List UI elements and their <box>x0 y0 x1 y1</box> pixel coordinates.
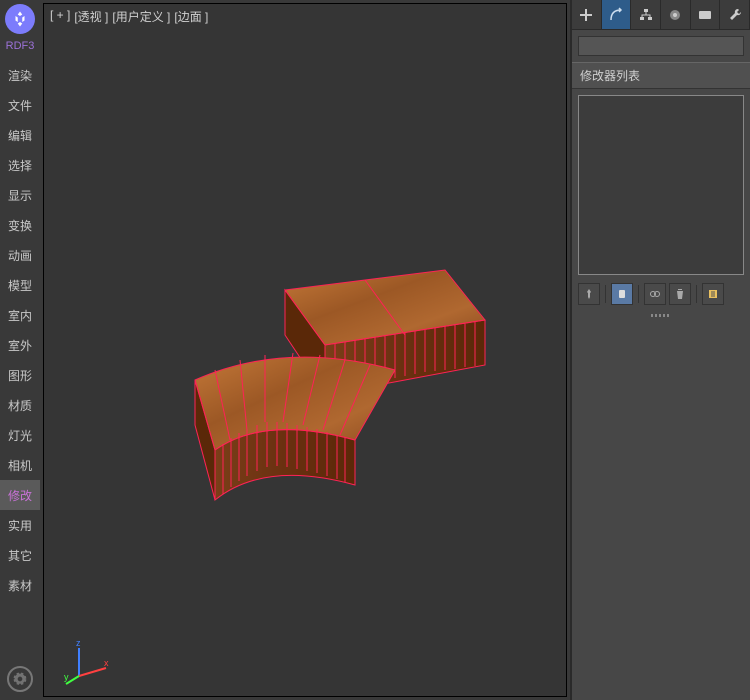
svg-text:z: z <box>76 638 81 648</box>
configure-icon <box>707 288 719 300</box>
settings-button[interactable] <box>7 666 33 692</box>
sidebar-item-utility[interactable]: 实用 <box>0 510 40 540</box>
sidebar-item-light[interactable]: 灯光 <box>0 420 40 450</box>
display-icon <box>697 7 713 23</box>
viewport-3d[interactable]: [ + ] [透视 ] [用户定义 ] [边面 ] <box>43 3 567 697</box>
separator <box>696 285 697 303</box>
sidebar-item-modify[interactable]: 修改 <box>0 480 40 510</box>
pin-stack-button[interactable] <box>578 283 600 305</box>
tab-modify[interactable] <box>602 0 632 29</box>
left-sidebar: RDF3 渲染 文件 编辑 选择 显示 变换 动画 模型 室内 室外 图形 材质… <box>0 0 40 700</box>
box-object-curved <box>165 330 445 530</box>
motion-icon <box>667 7 683 23</box>
tab-motion[interactable] <box>661 0 691 29</box>
sidebar-item-shape[interactable]: 图形 <box>0 360 40 390</box>
sidebar-item-assets[interactable]: 素材 <box>0 570 40 600</box>
unique-icon <box>649 288 661 300</box>
modifier-stack-buttons <box>572 281 750 307</box>
viewport-edge-label[interactable]: [边面 ] <box>174 8 208 25</box>
separator <box>605 285 606 303</box>
object-name-field[interactable] <box>578 36 744 56</box>
stack-icon <box>616 288 628 300</box>
sidebar-item-camera[interactable]: 相机 <box>0 450 40 480</box>
sidebar-item-transform[interactable]: 变换 <box>0 210 40 240</box>
modify-icon <box>608 7 624 23</box>
show-end-result-button[interactable] <box>611 283 633 305</box>
sidebar-item-material[interactable]: 材质 <box>0 390 40 420</box>
svg-text:y: y <box>64 672 69 682</box>
sidebar-item-other[interactable]: 其它 <box>0 540 40 570</box>
separator <box>638 285 639 303</box>
viewport-view-label[interactable]: [透视 ] <box>74 8 108 25</box>
viewport-labels: [ + ] [透视 ] [用户定义 ] [边面 ] <box>50 8 208 25</box>
axis-gizmo: z x y <box>64 636 114 686</box>
remove-modifier-button[interactable] <box>669 283 691 305</box>
sidebar-item-model[interactable]: 模型 <box>0 270 40 300</box>
sidebar-item-select[interactable]: 选择 <box>0 150 40 180</box>
tab-display[interactable] <box>691 0 721 29</box>
sidebar-item-edit[interactable]: 编辑 <box>0 120 40 150</box>
tab-utilities[interactable] <box>720 0 750 29</box>
modifier-stack[interactable] <box>578 95 744 275</box>
sidebar-item-exterior[interactable]: 室外 <box>0 330 40 360</box>
plus-icon <box>578 7 594 23</box>
viewport-menu-toggle[interactable]: [ + ] <box>50 8 70 25</box>
viewport-container: [ + ] [透视 ] [用户定义 ] [边面 ] <box>40 0 570 700</box>
app-icon[interactable] <box>5 4 35 34</box>
gear-icon <box>13 672 27 686</box>
viewport-shading-label[interactable]: [用户定义 ] <box>112 8 170 25</box>
tab-create[interactable] <box>572 0 602 29</box>
trash-icon <box>674 288 686 300</box>
make-unique-button[interactable] <box>644 283 666 305</box>
sidebar-item-display[interactable]: 显示 <box>0 180 40 210</box>
sidebar-item-animation[interactable]: 动画 <box>0 240 40 270</box>
sidebar-item-render[interactable]: 渲染 <box>0 60 40 90</box>
modifier-list-header[interactable]: 修改器列表 <box>572 62 750 89</box>
right-panel: 修改器列表 <box>570 0 750 700</box>
app-label: RDF3 <box>6 40 35 52</box>
panel-tabs <box>572 0 750 30</box>
svg-text:x: x <box>104 658 109 668</box>
configure-sets-button[interactable] <box>702 283 724 305</box>
tab-hierarchy[interactable] <box>631 0 661 29</box>
grip-icon <box>651 314 671 317</box>
hierarchy-icon <box>638 7 654 23</box>
panel-divider[interactable] <box>572 311 750 319</box>
wrench-icon <box>727 7 743 23</box>
pin-icon <box>583 288 595 300</box>
sidebar-item-file[interactable]: 文件 <box>0 90 40 120</box>
sidebar-item-interior[interactable]: 室内 <box>0 300 40 330</box>
